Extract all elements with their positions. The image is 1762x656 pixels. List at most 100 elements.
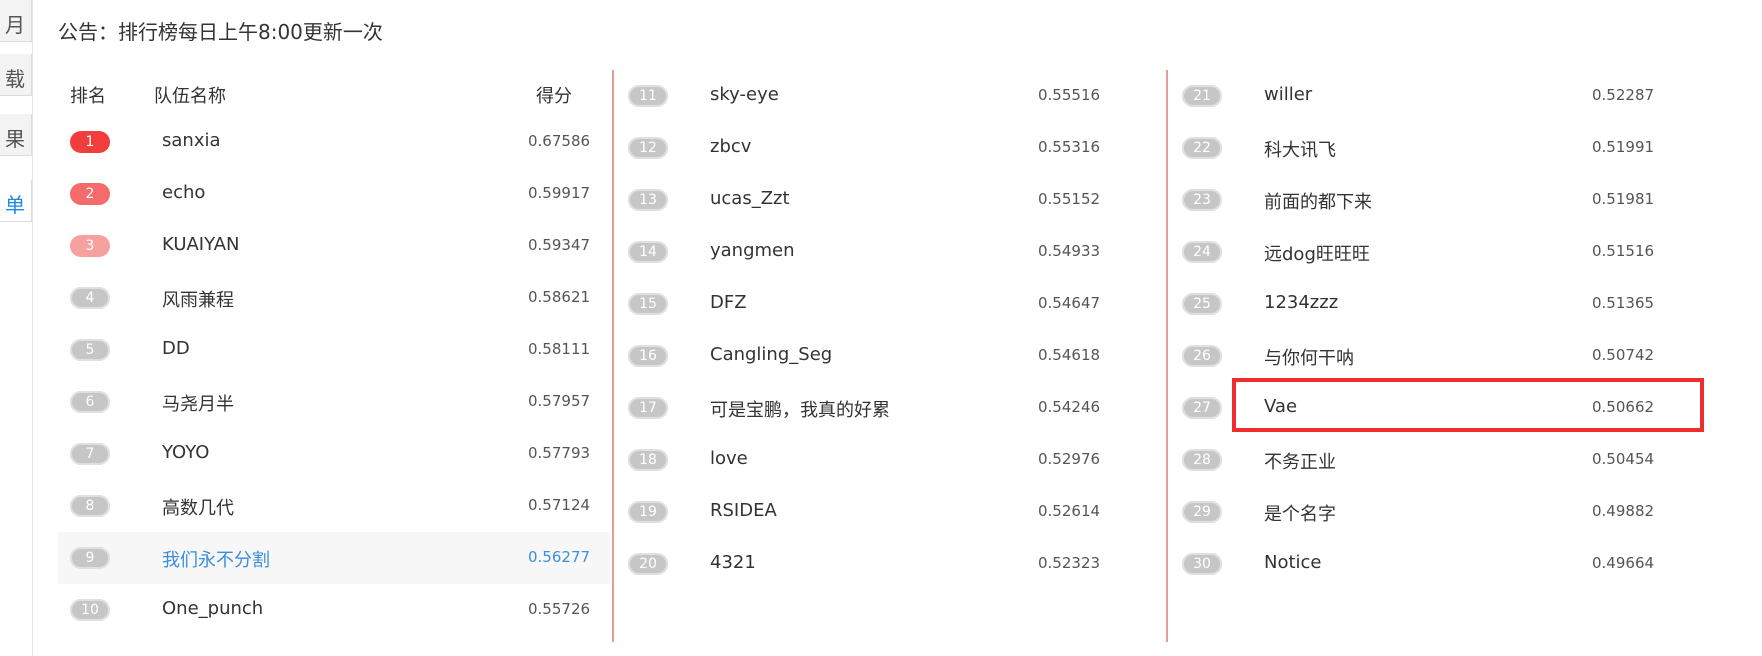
table-row[interactable]: 2 echo 0.59917 [58, 168, 610, 220]
rank-badge: 15 [628, 293, 668, 315]
table-row[interactable]: 12 zbcv 0.55316 [614, 122, 1168, 174]
team-name: zbcv [710, 136, 752, 157]
team-name: 远dog旺旺旺 [1264, 244, 1370, 265]
table-row[interactable]: 15 DFZ 0.54647 [614, 278, 1168, 330]
team-score: 0.57124 [528, 496, 591, 514]
team-name: One_punch [162, 598, 264, 619]
table-row[interactable]: 4 风雨兼程 0.58621 [58, 272, 610, 324]
table-row[interactable]: 22 科大讯飞 0.51991 [1168, 122, 1722, 174]
table-row[interactable]: 13 ucas_Zzt 0.55152 [614, 174, 1168, 226]
rank-badge: 26 [1182, 345, 1222, 367]
header-team: 队伍名称 [154, 86, 226, 107]
rank-badge: 4 [70, 287, 110, 309]
sidebar-item-3[interactable]: 果 [0, 114, 32, 156]
team-score: 0.55316 [1038, 138, 1101, 156]
team-score: 0.50454 [1592, 450, 1655, 468]
table-row[interactable]: 11 sky-eye 0.55516 [614, 70, 1168, 122]
team-name: 4321 [710, 552, 756, 573]
rank-badge: 14 [628, 241, 668, 263]
team-name: DFZ [710, 292, 747, 313]
table-row[interactable]: 1 sanxia 0.67586 [58, 116, 610, 168]
rank-badge: 27 [1182, 397, 1222, 419]
rank-badge: 28 [1182, 449, 1222, 471]
team-score: 0.50742 [1592, 346, 1655, 364]
team-score: 0.52323 [1038, 554, 1101, 572]
table-row[interactable]: 28 不务正业 0.50454 [1168, 434, 1722, 486]
team-score: 0.57793 [528, 444, 591, 462]
table-row[interactable]: 8 高数几代 0.57124 [58, 480, 610, 532]
team-name: 科大讯飞 [1264, 140, 1336, 161]
table-row[interactable]: 21 willer 0.52287 [1168, 70, 1722, 122]
rank-badge: 3 [70, 235, 110, 257]
table-row[interactable]: 3 KUAIYAN 0.59347 [58, 220, 610, 272]
table-row[interactable]: 20 4321 0.52323 [614, 538, 1168, 590]
team-score: 0.59917 [528, 184, 591, 202]
rank-badge: 29 [1182, 501, 1222, 523]
team-name: 马尧月半 [162, 394, 234, 415]
table-row[interactable]: 26 与你何干呐 0.50742 [1168, 330, 1722, 382]
team-name: 高数几代 [162, 498, 234, 519]
team-name: 与你何干呐 [1264, 348, 1354, 369]
team-name: yangmen [710, 240, 795, 261]
team-score: 0.57957 [528, 392, 591, 410]
table-row[interactable]: 9 我们永不分割 0.56277 [58, 532, 610, 584]
team-score: 0.49882 [1592, 502, 1655, 520]
table-row[interactable]: 19 RSIDEA 0.52614 [614, 486, 1168, 538]
team-name: 风雨兼程 [162, 290, 234, 311]
rank-badge: 10 [70, 599, 110, 621]
sidebar-item-label: 载 [5, 67, 25, 91]
team-name: 我们永不分割 [162, 550, 270, 571]
team-score: 0.51516 [1592, 242, 1655, 260]
team-score: 0.55726 [528, 600, 591, 618]
table-row[interactable]: 29 是个名字 0.49882 [1168, 486, 1722, 538]
team-score: 0.54647 [1038, 294, 1101, 312]
sidebar-item-1[interactable]: 月 [0, 0, 32, 42]
table-row[interactable]: 16 Cangling_Seg 0.54618 [614, 330, 1168, 382]
sidebar-item-2[interactable]: 载 [0, 54, 32, 96]
sidebar-item-label: 果 [5, 127, 25, 151]
team-score: 0.58111 [528, 340, 591, 358]
leaderboard-column-1: 排名 队伍名称 得分 1 sanxia 0.67586 2 echo 0.59917 3 KU… [58, 70, 610, 642]
team-score: 0.52287 [1592, 86, 1655, 104]
team-score: 0.52614 [1038, 502, 1101, 520]
table-row[interactable]: 30 Notice 0.49664 [1168, 538, 1722, 590]
notice-text: 公告：排行榜每日上午8:00更新一次 [58, 20, 383, 44]
table-row[interactable]: 6 马尧月半 0.57957 [58, 376, 610, 428]
leaderboard-column-3: 21 willer 0.52287 22 科大讯飞 0.51991 23 前面的都下来 0.51… [1166, 70, 1722, 642]
team-name: willer [1264, 84, 1313, 105]
table-row[interactable]: 25 1234zzz 0.51365 [1168, 278, 1722, 330]
highlight-box [1232, 378, 1704, 432]
rank-badge: 30 [1182, 553, 1222, 575]
team-score: 0.51365 [1592, 294, 1655, 312]
rank-badge: 9 [70, 547, 110, 569]
sidebar-item-leaderboard[interactable]: 单 [0, 180, 32, 222]
rank-badge: 25 [1182, 293, 1222, 315]
team-name: 前面的都下来 [1264, 192, 1372, 213]
rank-badge: 2 [70, 183, 110, 205]
table-row[interactable]: 24 远dog旺旺旺 0.51516 [1168, 226, 1722, 278]
rank-badge: 18 [628, 449, 668, 471]
table-row[interactable]: 23 前面的都下来 0.51981 [1168, 174, 1722, 226]
team-name: DD [162, 338, 190, 359]
team-name: YOYO [162, 442, 210, 463]
table-row[interactable]: 7 YOYO 0.57793 [58, 428, 610, 480]
team-score: 0.55152 [1038, 190, 1101, 208]
table-row[interactable]: 14 yangmen 0.54933 [614, 226, 1168, 278]
team-score: 0.56277 [528, 548, 591, 566]
team-score: 0.58621 [528, 288, 591, 306]
team-name: 不务正业 [1264, 452, 1336, 473]
team-score: 0.67586 [528, 132, 591, 150]
rank-badge: 24 [1182, 241, 1222, 263]
rank-badge: 11 [628, 85, 668, 107]
rank-badge: 12 [628, 137, 668, 159]
rank-badge: 22 [1182, 137, 1222, 159]
table-row[interactable]: 10 One_punch 0.55726 [58, 584, 610, 636]
team-name: 是个名字 [1264, 504, 1336, 525]
team-name: echo [162, 182, 206, 203]
table-row[interactable]: 5 DD 0.58111 [58, 324, 610, 376]
team-name: Cangling_Seg [710, 344, 833, 365]
header-score: 得分 [536, 86, 572, 107]
table-row[interactable]: 18 love 0.52976 [614, 434, 1168, 486]
table-row[interactable]: 17 可是宝鹏，我真的好累 0.54246 [614, 382, 1168, 434]
team-name: 可是宝鹏，我真的好累 [710, 400, 890, 421]
